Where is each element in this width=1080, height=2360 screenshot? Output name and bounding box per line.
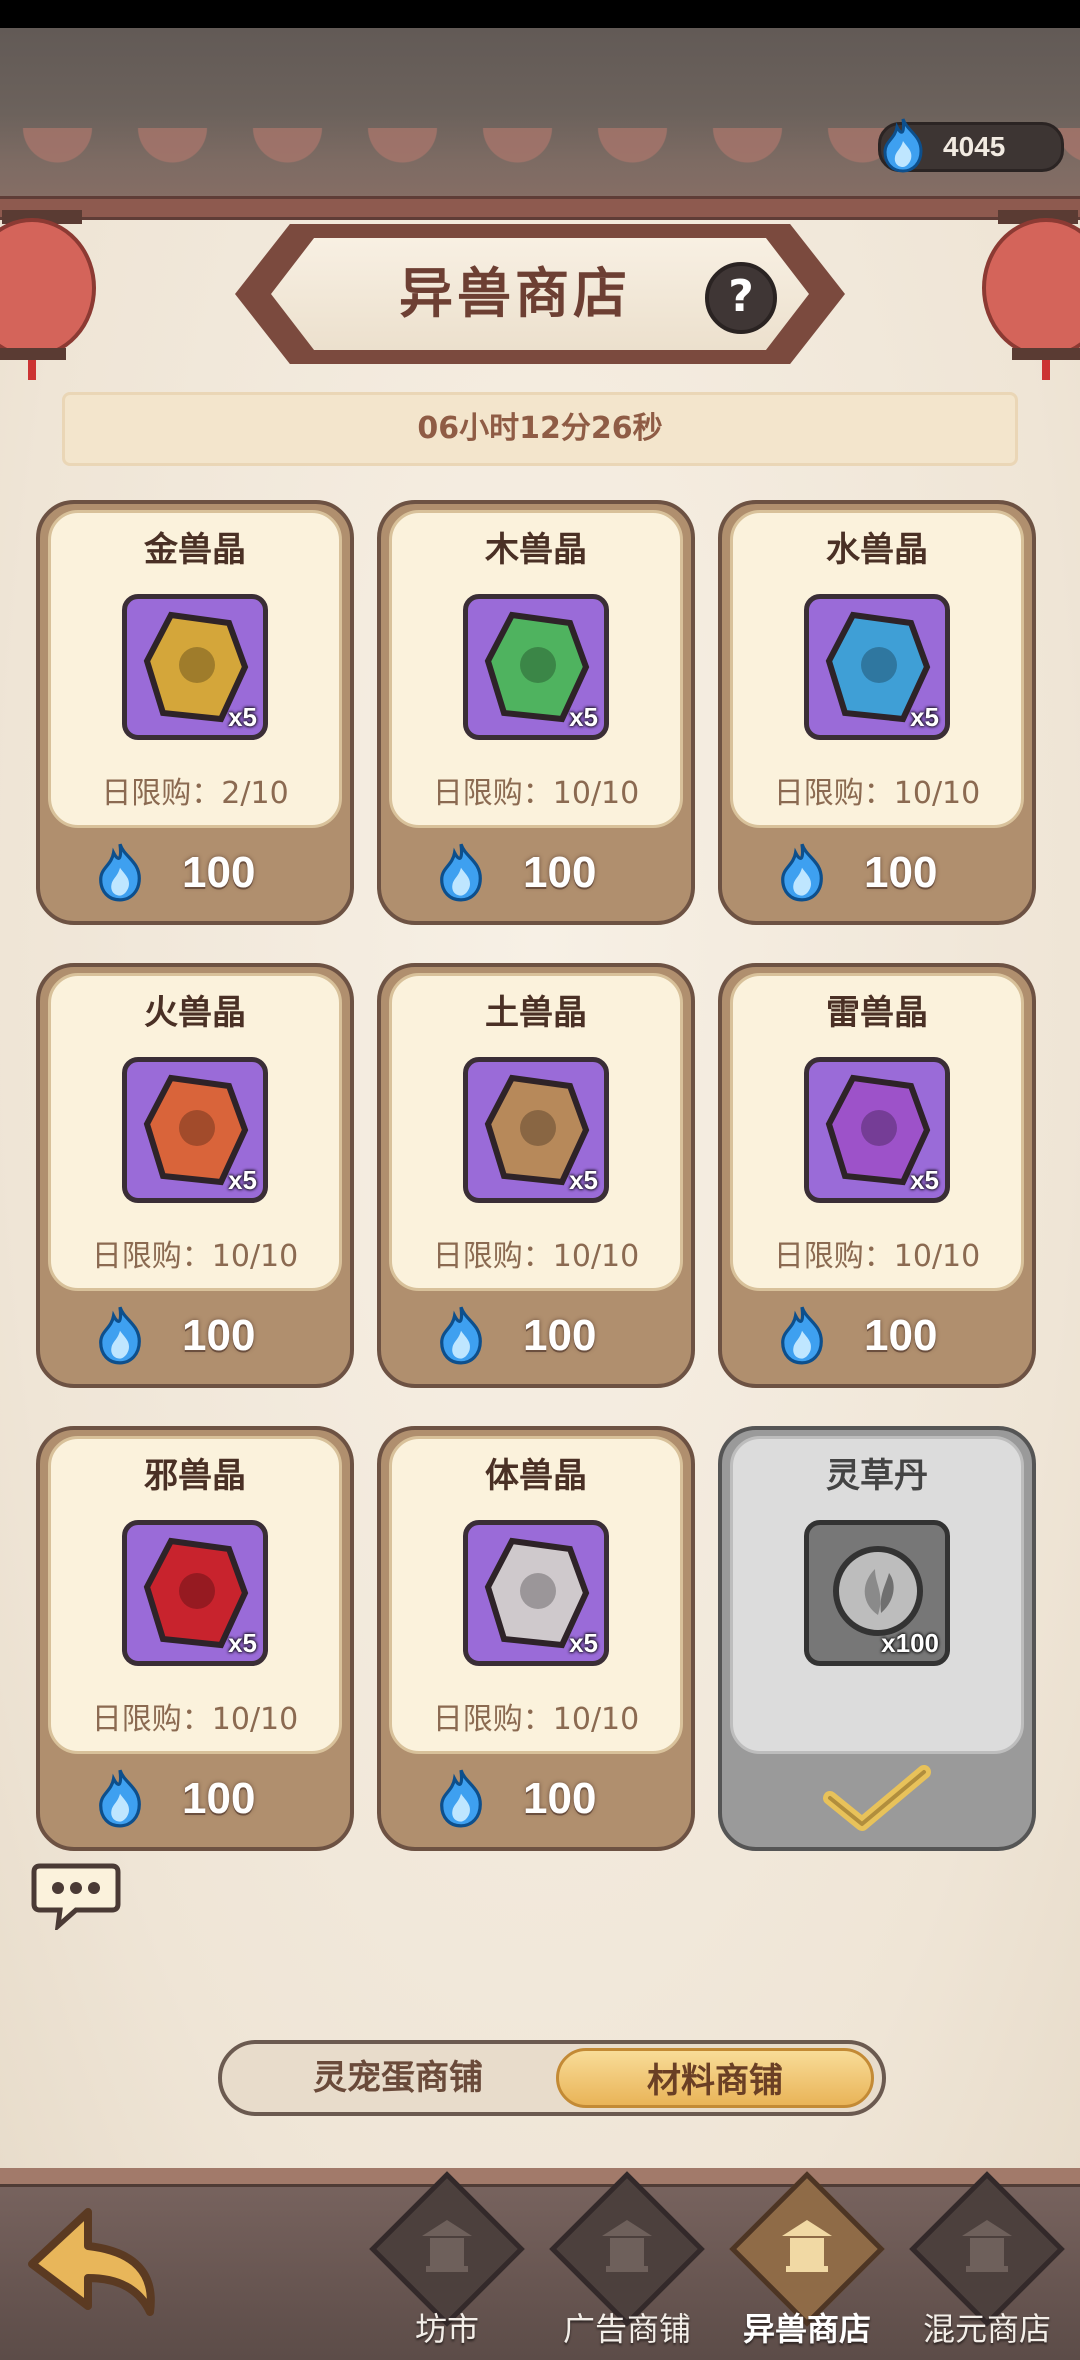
nav-hunyuan-shop[interactable]: 混元商店: [902, 2171, 1072, 2360]
spirit-flame-icon: [99, 1306, 141, 1365]
daily-limit: 日限购：2/10: [101, 776, 289, 811]
buy-button[interactable]: 100: [36, 1293, 354, 1383]
pavilion-icon: [782, 2220, 832, 2272]
item-price: 100: [523, 1774, 597, 1823]
spirit-flame-icon: [440, 1769, 482, 1828]
tab-material-shop[interactable]: 材料商铺: [556, 2048, 874, 2108]
daily-limit: 日限购：10/10: [432, 1239, 640, 1274]
spirit-flame-icon: [440, 843, 482, 902]
chat-bubble-icon[interactable]: [30, 1858, 122, 1930]
nav-label: 混元商店: [922, 2310, 1051, 2348]
item-quantity: x5: [910, 702, 939, 732]
shop-category-switch: 灵宠蛋商铺 材料商铺: [218, 2040, 886, 2116]
shop-item-card[interactable]: 火兽晶 x5 日限购：10/10 100: [36, 963, 354, 1388]
item-quantity: x100: [881, 1628, 939, 1658]
item-icon-frame: x5: [463, 594, 609, 740]
roof-beam: [0, 196, 1080, 220]
item-name: 火兽晶: [144, 993, 246, 1033]
pavilion-icon: [962, 2220, 1012, 2272]
item-quantity: x5: [569, 702, 598, 732]
buy-button[interactable]: 100: [377, 1756, 695, 1846]
spirit-currency-display: 4045: [878, 118, 1064, 173]
item-quantity: x5: [569, 1165, 598, 1195]
daily-limit: 日限购：10/10: [91, 1702, 299, 1737]
daily-limit: 日限购：10/10: [91, 1239, 299, 1274]
shop-item-card[interactable]: 木兽晶 x5 日限购：10/10 100: [377, 500, 695, 925]
item-icon-frame: x5: [122, 1057, 268, 1203]
shop-item-card[interactable]: 体兽晶 x5 日限购：10/10 100: [377, 1426, 695, 1851]
item-price: 100: [864, 848, 938, 897]
item-name: 水兽晶: [826, 530, 928, 570]
tab-pet-egg-shop[interactable]: 灵宠蛋商铺: [238, 2048, 558, 2108]
item-price: 100: [864, 1311, 938, 1360]
help-button[interactable]: ?: [705, 262, 777, 334]
daily-limit: 日限购：10/10: [773, 776, 981, 811]
buy-button[interactable]: 100: [377, 830, 695, 920]
status-bar: [0, 0, 1080, 28]
nav-label: 坊市: [414, 2310, 479, 2348]
item-quantity: x5: [228, 1628, 257, 1658]
item-icon-frame: x5: [122, 1520, 268, 1666]
daily-limit: 日限购：10/10: [773, 1239, 981, 1274]
item-name: 木兽晶: [485, 530, 587, 570]
buy-button[interactable]: 100: [36, 830, 354, 920]
shop-item-card-sold-out[interactable]: 灵草丹 x100: [718, 1426, 1036, 1851]
buy-button[interactable]: 100: [718, 830, 1036, 920]
item-price: 100: [182, 1774, 256, 1823]
nav-label: 广告商铺: [562, 2310, 691, 2348]
item-quantity: x5: [228, 1165, 257, 1195]
item-name: 体兽晶: [485, 1456, 587, 1496]
spirit-flame-icon: [781, 1306, 823, 1365]
item-icon-frame: x5: [804, 594, 950, 740]
title-plaque: 异兽商店 ?: [235, 224, 845, 364]
item-quantity: x5: [910, 1165, 939, 1195]
item-price: 100: [523, 848, 597, 897]
spirit-flame-icon: [440, 1306, 482, 1365]
refresh-timer: 06小时12分26秒: [417, 411, 663, 446]
nav-ad-shop[interactable]: 广告商铺: [542, 2171, 712, 2360]
pavilion-icon: [422, 2220, 472, 2272]
buy-button[interactable]: 100: [36, 1756, 354, 1846]
lantern-left-decoration: [0, 210, 96, 380]
refresh-timer-bar: 06小时12分26秒: [62, 392, 1018, 466]
daily-limit: 日限购：10/10: [432, 1702, 640, 1737]
buy-button[interactable]: 100: [377, 1293, 695, 1383]
item-name: 土兽晶: [485, 993, 587, 1033]
item-price: 100: [182, 848, 256, 897]
currency-amount: 4045: [943, 131, 1006, 162]
nav-label: 异兽商店: [742, 2310, 871, 2348]
item-name: 金兽晶: [144, 530, 246, 570]
shop-item-card[interactable]: 邪兽晶 x5 日限购：10/10 100: [36, 1426, 354, 1851]
item-name: 灵草丹: [826, 1456, 928, 1496]
spirit-flame-icon: [781, 843, 823, 902]
item-quantity: x5: [569, 1628, 598, 1658]
nav-market[interactable]: 坊市: [362, 2171, 532, 2360]
item-price: 100: [182, 1311, 256, 1360]
item-icon-frame: x5: [463, 1520, 609, 1666]
shop-item-card[interactable]: 雷兽晶 x5 日限购：10/10 100: [718, 963, 1036, 1388]
shop-item-card[interactable]: 金兽晶 x5 日限购：2/10 100: [36, 500, 354, 925]
spirit-flame-icon: [99, 1769, 141, 1828]
lantern-right-decoration: [982, 210, 1080, 380]
spirit-flame-icon: [883, 118, 923, 173]
purchased-check-icon: [823, 1765, 931, 1831]
daily-limit: 日限购：10/10: [432, 776, 640, 811]
item-icon-frame: x100: [804, 1520, 950, 1666]
spirit-flame-icon: [99, 843, 141, 902]
item-icon-frame: x5: [804, 1057, 950, 1203]
item-icon-frame: x5: [122, 594, 268, 740]
item-name: 邪兽晶: [144, 1456, 246, 1496]
shop-item-card[interactable]: 土兽晶 x5 日限购：10/10 100: [377, 963, 695, 1388]
back-arrow-icon[interactable]: [18, 2194, 178, 2344]
item-name: 雷兽晶: [826, 993, 928, 1033]
nav-beast-shop[interactable]: 异兽商店: [722, 2171, 892, 2360]
item-price: 100: [523, 1311, 597, 1360]
pavilion-icon: [602, 2220, 652, 2272]
buy-button[interactable]: 100: [718, 1293, 1036, 1383]
shop-item-card[interactable]: 水兽晶 x5 日限购：10/10 100: [718, 500, 1036, 925]
item-quantity: x5: [228, 702, 257, 732]
item-icon-frame: x5: [463, 1057, 609, 1203]
